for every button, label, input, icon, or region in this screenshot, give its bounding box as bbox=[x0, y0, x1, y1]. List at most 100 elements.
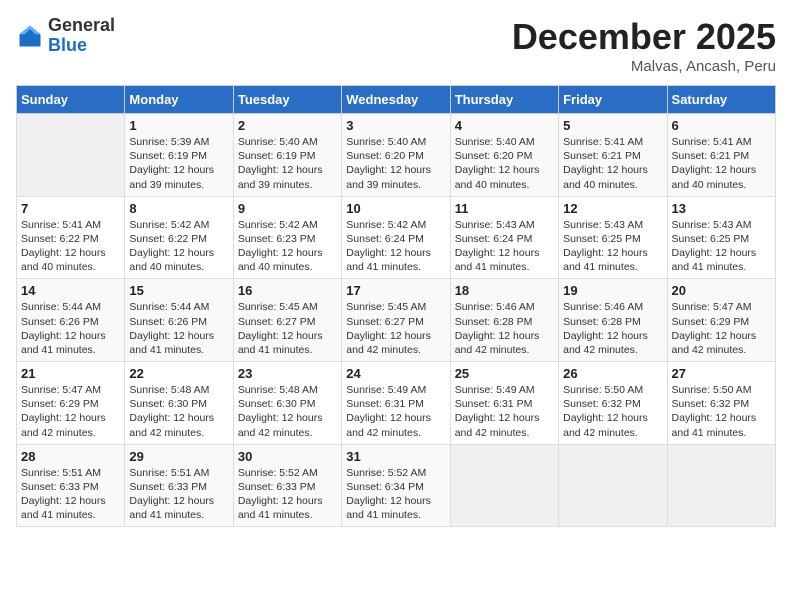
day-number: 1 bbox=[129, 118, 228, 133]
logo-general-text: General bbox=[48, 15, 115, 35]
day-number: 7 bbox=[21, 201, 120, 216]
day-number: 19 bbox=[563, 283, 662, 298]
day-number: 17 bbox=[346, 283, 445, 298]
calendar-cell: 4Sunrise: 5:40 AMSunset: 6:20 PMDaylight… bbox=[450, 114, 558, 197]
day-info: Sunrise: 5:47 AMSunset: 6:29 PMDaylight:… bbox=[672, 300, 771, 357]
day-info: Sunrise: 5:52 AMSunset: 6:34 PMDaylight:… bbox=[346, 466, 445, 523]
calendar-week-row: 21Sunrise: 5:47 AMSunset: 6:29 PMDayligh… bbox=[17, 362, 776, 445]
calendar-cell: 31 Sunrise: 5:52 AMSunset: 6:34 PMDayligh… bbox=[342, 444, 450, 527]
day-info: Sunrise: 5:51 AMSunset: 6:33 PMDaylight:… bbox=[129, 466, 228, 523]
day-number: 14 bbox=[21, 283, 120, 298]
calendar-cell: 13 Sunrise: 5:43 AMSunset: 6:25 PMDayligh… bbox=[667, 196, 775, 279]
location-subtitle: Malvas, Ancash, Peru bbox=[512, 58, 776, 75]
calendar-cell: 14 Sunrise: 5:44 AMSunset: 6:26 PMDayligh… bbox=[17, 279, 125, 362]
day-number: 8 bbox=[129, 201, 228, 216]
generalblue-logo-icon bbox=[16, 22, 44, 50]
calendar-cell bbox=[667, 444, 775, 527]
day-info: Sunrise: 5:48 AMSunset: 6:30 PMDaylight:… bbox=[129, 383, 228, 440]
day-number: 20 bbox=[672, 283, 771, 298]
day-info: Sunrise: 5:41 AMSunset: 6:21 PMDaylight:… bbox=[672, 135, 771, 192]
day-info: Sunrise: 5:49 AMSunset: 6:31 PMDaylight:… bbox=[346, 383, 445, 440]
day-info: Sunrise: 5:39 AMSunset: 6:19 PMDaylight:… bbox=[129, 135, 228, 192]
day-number: 2 bbox=[238, 118, 337, 133]
calendar-cell bbox=[17, 114, 125, 197]
day-number: 16 bbox=[238, 283, 337, 298]
calendar-cell: 27 Sunrise: 5:50 AMSunset: 6:32 PMDayligh… bbox=[667, 362, 775, 445]
day-info: Sunrise: 5:43 AMSunset: 6:25 PMDaylight:… bbox=[672, 218, 771, 275]
calendar-cell: 23Sunrise: 5:48 AMSunset: 6:30 PMDayligh… bbox=[233, 362, 341, 445]
calendar-cell: 29 Sunrise: 5:51 AMSunset: 6:33 PMDayligh… bbox=[125, 444, 233, 527]
day-info: Sunrise: 5:42 AMSunset: 6:22 PMDaylight:… bbox=[129, 218, 228, 275]
calendar-cell: 9Sunrise: 5:42 AMSunset: 6:23 PMDaylight… bbox=[233, 196, 341, 279]
day-number: 5 bbox=[563, 118, 662, 133]
calendar-week-row: 7 Sunrise: 5:41 AMSunset: 6:22 PMDaylight… bbox=[17, 196, 776, 279]
day-number: 10 bbox=[346, 201, 445, 216]
day-number: 21 bbox=[21, 366, 120, 381]
day-number: 27 bbox=[672, 366, 771, 381]
day-info: Sunrise: 5:46 AMSunset: 6:28 PMDaylight:… bbox=[563, 300, 662, 357]
calendar-cell: 21Sunrise: 5:47 AMSunset: 6:29 PMDayligh… bbox=[17, 362, 125, 445]
day-info: Sunrise: 5:42 AMSunset: 6:23 PMDaylight:… bbox=[238, 218, 337, 275]
calendar-cell bbox=[450, 444, 558, 527]
calendar-cell: 28 Sunrise: 5:51 AMSunset: 6:33 PMDayligh… bbox=[17, 444, 125, 527]
day-number: 28 bbox=[21, 449, 120, 464]
title-area: December 2025 Malvas, Ancash, Peru bbox=[512, 16, 776, 75]
day-number: 6 bbox=[672, 118, 771, 133]
day-info: Sunrise: 5:41 AMSunset: 6:21 PMDaylight:… bbox=[563, 135, 662, 192]
day-info: Sunrise: 5:44 AMSunset: 6:26 PMDaylight:… bbox=[129, 300, 228, 357]
header-day-monday: Monday bbox=[125, 86, 233, 114]
day-number: 31 bbox=[346, 449, 445, 464]
day-number: 22 bbox=[129, 366, 228, 381]
day-info: Sunrise: 5:40 AMSunset: 6:20 PMDaylight:… bbox=[455, 135, 554, 192]
day-info: Sunrise: 5:43 AMSunset: 6:24 PMDaylight:… bbox=[455, 218, 554, 275]
day-info: Sunrise: 5:40 AMSunset: 6:19 PMDaylight:… bbox=[238, 135, 337, 192]
calendar-cell: 24 Sunrise: 5:49 AMSunset: 6:31 PMDayligh… bbox=[342, 362, 450, 445]
logo-blue-text: Blue bbox=[48, 35, 87, 55]
calendar-cell: 30Sunrise: 5:52 AMSunset: 6:33 PMDayligh… bbox=[233, 444, 341, 527]
calendar-week-row: 28 Sunrise: 5:51 AMSunset: 6:33 PMDayligh… bbox=[17, 444, 776, 527]
logo: General Blue bbox=[16, 16, 115, 56]
calendar-cell: 6 Sunrise: 5:41 AMSunset: 6:21 PMDaylight… bbox=[667, 114, 775, 197]
header: General Blue December 2025 Malvas, Ancas… bbox=[16, 16, 776, 75]
day-number: 26 bbox=[563, 366, 662, 381]
calendar-cell: 2 Sunrise: 5:40 AMSunset: 6:19 PMDaylight… bbox=[233, 114, 341, 197]
calendar-cell: 26 Sunrise: 5:50 AMSunset: 6:32 PMDayligh… bbox=[559, 362, 667, 445]
calendar-cell: 10 Sunrise: 5:42 AMSunset: 6:24 PMDayligh… bbox=[342, 196, 450, 279]
calendar-cell: 1 Sunrise: 5:39 AMSunset: 6:19 PMDaylight… bbox=[125, 114, 233, 197]
day-number: 30 bbox=[238, 449, 337, 464]
calendar-week-row: 1 Sunrise: 5:39 AMSunset: 6:19 PMDaylight… bbox=[17, 114, 776, 197]
calendar-cell: 25Sunrise: 5:49 AMSunset: 6:31 PMDayligh… bbox=[450, 362, 558, 445]
day-info: Sunrise: 5:45 AMSunset: 6:27 PMDaylight:… bbox=[346, 300, 445, 357]
day-number: 15 bbox=[129, 283, 228, 298]
day-info: Sunrise: 5:43 AMSunset: 6:25 PMDaylight:… bbox=[563, 218, 662, 275]
calendar-cell: 20 Sunrise: 5:47 AMSunset: 6:29 PMDayligh… bbox=[667, 279, 775, 362]
day-info: Sunrise: 5:50 AMSunset: 6:32 PMDaylight:… bbox=[672, 383, 771, 440]
day-number: 3 bbox=[346, 118, 445, 133]
day-info: Sunrise: 5:45 AMSunset: 6:27 PMDaylight:… bbox=[238, 300, 337, 357]
calendar-cell: 11Sunrise: 5:43 AMSunset: 6:24 PMDayligh… bbox=[450, 196, 558, 279]
day-number: 23 bbox=[238, 366, 337, 381]
calendar-cell: 17 Sunrise: 5:45 AMSunset: 6:27 PMDayligh… bbox=[342, 279, 450, 362]
day-info: Sunrise: 5:50 AMSunset: 6:32 PMDaylight:… bbox=[563, 383, 662, 440]
day-number: 29 bbox=[129, 449, 228, 464]
day-number: 13 bbox=[672, 201, 771, 216]
day-info: Sunrise: 5:44 AMSunset: 6:26 PMDaylight:… bbox=[21, 300, 120, 357]
calendar-cell: 22 Sunrise: 5:48 AMSunset: 6:30 PMDayligh… bbox=[125, 362, 233, 445]
month-title: December 2025 bbox=[512, 16, 776, 58]
calendar-table: SundayMondayTuesdayWednesdayThursdayFrid… bbox=[16, 85, 776, 527]
day-number: 24 bbox=[346, 366, 445, 381]
calendar-week-row: 14 Sunrise: 5:44 AMSunset: 6:26 PMDayligh… bbox=[17, 279, 776, 362]
day-info: Sunrise: 5:46 AMSunset: 6:28 PMDaylight:… bbox=[455, 300, 554, 357]
calendar-cell bbox=[559, 444, 667, 527]
day-info: Sunrise: 5:40 AMSunset: 6:20 PMDaylight:… bbox=[346, 135, 445, 192]
day-info: Sunrise: 5:42 AMSunset: 6:24 PMDaylight:… bbox=[346, 218, 445, 275]
calendar-cell: 18 Sunrise: 5:46 AMSunset: 6:28 PMDayligh… bbox=[450, 279, 558, 362]
day-info: Sunrise: 5:51 AMSunset: 6:33 PMDaylight:… bbox=[21, 466, 120, 523]
day-number: 18 bbox=[455, 283, 554, 298]
calendar-cell: 16 Sunrise: 5:45 AMSunset: 6:27 PMDayligh… bbox=[233, 279, 341, 362]
calendar-cell: 7 Sunrise: 5:41 AMSunset: 6:22 PMDaylight… bbox=[17, 196, 125, 279]
header-day-saturday: Saturday bbox=[667, 86, 775, 114]
header-day-tuesday: Tuesday bbox=[233, 86, 341, 114]
day-info: Sunrise: 5:41 AMSunset: 6:22 PMDaylight:… bbox=[21, 218, 120, 275]
calendar-cell: 8 Sunrise: 5:42 AMSunset: 6:22 PMDaylight… bbox=[125, 196, 233, 279]
